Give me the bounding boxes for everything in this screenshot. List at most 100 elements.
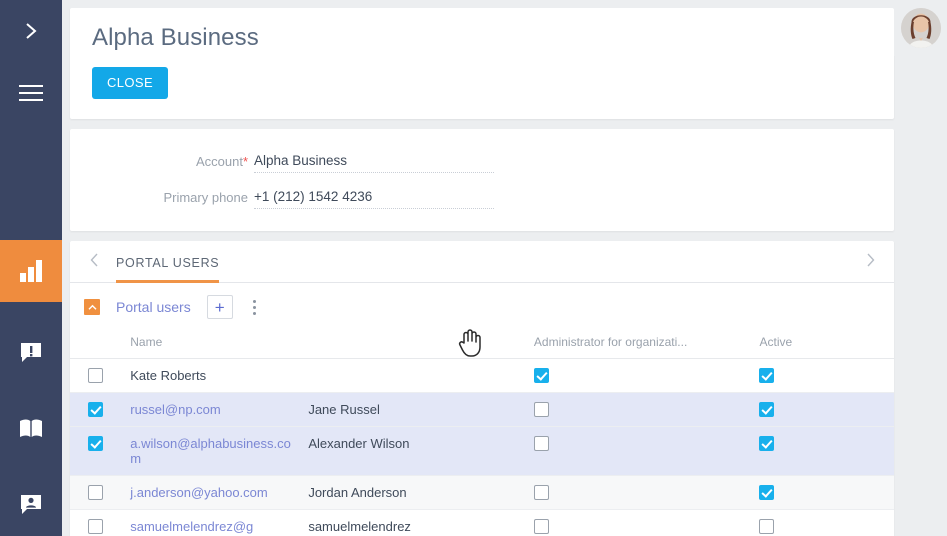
- row-select-cell[interactable]: [70, 426, 123, 476]
- login-link[interactable]: a.wilson@alphabusiness.com: [130, 436, 291, 466]
- alert-bubble-icon: [21, 343, 41, 362]
- login-cell[interactable]: russel@np.com: [122, 392, 301, 427]
- sidebar-item-contacts[interactable]: [0, 474, 62, 536]
- active-checkbox[interactable]: [759, 485, 775, 500]
- kebab-dot: [253, 305, 257, 309]
- col-select: [70, 331, 123, 359]
- chevron-right-icon: [26, 23, 37, 39]
- main-content: Alpha Business CLOSE Account* Alpha Busi…: [62, 0, 947, 536]
- book-icon: [20, 419, 42, 437]
- required-marker: *: [242, 154, 248, 169]
- avatar[interactable]: [900, 8, 941, 48]
- table-row[interactable]: j.anderson@yahoo.com Jordan Anderson: [70, 475, 894, 510]
- fullname-cell: Jordan Anderson: [300, 475, 526, 510]
- sidebar-item-alerts[interactable]: [0, 322, 62, 384]
- active-checkbox[interactable]: [759, 368, 775, 383]
- login-cell[interactable]: a.wilson@alphabusiness.com: [122, 426, 301, 476]
- login-cell[interactable]: samuelmelendrez@g: [122, 509, 301, 536]
- admin-cell[interactable]: [525, 509, 752, 536]
- field-row-account: Account* Alpha Business: [92, 151, 872, 173]
- chevron-right-icon: [866, 253, 874, 266]
- account-label: Account*: [92, 151, 254, 169]
- table-row[interactable]: a.wilson@alphabusiness.com Alexander Wils…: [70, 426, 894, 476]
- active-cell[interactable]: [751, 426, 894, 476]
- grid-toolbar: Portal users +: [70, 283, 894, 331]
- login-link[interactable]: samuelmelendrez@g: [130, 519, 253, 534]
- login-cell[interactable]: Kate Roberts: [122, 358, 301, 393]
- row-select-cell[interactable]: [70, 358, 123, 393]
- collapse-section-button[interactable]: [84, 299, 100, 315]
- fullname-cell: Alexander Wilson: [300, 426, 526, 476]
- admin-cell[interactable]: [525, 426, 752, 476]
- admin-cell[interactable]: [525, 358, 752, 393]
- primary-phone-label: Primary phone: [163, 190, 248, 205]
- col-admin: Administrator for organizati...: [525, 331, 752, 359]
- admin-checkbox[interactable]: [533, 368, 549, 383]
- table-head: Name Administrator for organizati... Act…: [70, 331, 894, 359]
- login-text: Kate Roberts: [130, 368, 207, 383]
- row-select-checkbox[interactable]: [88, 519, 103, 534]
- row-select-cell[interactable]: [70, 475, 123, 510]
- primary-phone-field[interactable]: +1 (212) 1542 4236: [254, 187, 494, 209]
- row-select-checkbox[interactable]: [88, 436, 103, 451]
- tab-portal-users[interactable]: PORTAL USERS: [116, 241, 220, 283]
- person-bubble-icon: [21, 495, 41, 514]
- login-link[interactable]: russel@np.com: [130, 402, 221, 417]
- expand-button[interactable]: [0, 0, 62, 62]
- active-checkbox[interactable]: [759, 436, 775, 451]
- active-cell[interactable]: [751, 509, 894, 536]
- admin-checkbox[interactable]: [533, 519, 549, 534]
- menu-button[interactable]: [0, 62, 62, 124]
- admin-checkbox[interactable]: [533, 402, 549, 417]
- active-cell[interactable]: [751, 475, 894, 510]
- app-root: Alpha Business CLOSE Account* Alpha Busi…: [0, 0, 947, 536]
- active-checkbox[interactable]: [759, 519, 775, 534]
- col-active: Active: [751, 331, 894, 359]
- active-cell[interactable]: [751, 392, 894, 427]
- active-cell[interactable]: [751, 358, 894, 393]
- fullname-cell: samuelmelendrez: [300, 509, 526, 536]
- tabs-prev-button[interactable]: [84, 253, 104, 271]
- col-fullname: [300, 331, 526, 359]
- record-header-card: Alpha Business CLOSE: [70, 8, 894, 119]
- account-label-text: Account: [195, 154, 243, 169]
- row-select-checkbox[interactable]: [88, 485, 103, 500]
- table-body: Kate Roberts russel@np.com Jane Russel a.wi…: [70, 358, 894, 536]
- col-name: Name: [122, 331, 301, 359]
- fullname-cell: [300, 358, 526, 393]
- page-title: Alpha Business: [92, 24, 259, 51]
- table-row[interactable]: russel@np.com Jane Russel: [70, 392, 894, 427]
- chevron-up-icon: [87, 304, 97, 310]
- table-row[interactable]: Kate Roberts: [70, 358, 894, 393]
- tabs-next-button[interactable]: [860, 253, 880, 271]
- table-row[interactable]: samuelmelendrez@g samuelmelendrez: [70, 509, 894, 536]
- sidebar-item-knowledge[interactable]: [0, 398, 62, 460]
- portal-users-table: Name Administrator for organizati... Act…: [70, 331, 894, 536]
- fullname-cell: Jane Russel: [300, 392, 526, 427]
- table-header-row: Name Administrator for organizati... Act…: [70, 331, 894, 359]
- admin-checkbox[interactable]: [533, 436, 549, 451]
- admin-cell[interactable]: [525, 475, 752, 510]
- admin-cell[interactable]: [525, 392, 752, 427]
- row-select-cell[interactable]: [70, 509, 123, 536]
- portal-users-card: PORTAL USERS Portal users + Name Adminis…: [70, 241, 894, 536]
- login-cell[interactable]: j.anderson@yahoo.com: [122, 475, 301, 510]
- add-portal-user-button[interactable]: +: [206, 295, 233, 319]
- hamburger-icon: [19, 85, 43, 101]
- row-select-checkbox[interactable]: [88, 402, 103, 417]
- kebab-dot: [253, 311, 257, 315]
- user-photo-icon: [900, 8, 941, 48]
- admin-checkbox[interactable]: [533, 485, 549, 500]
- close-button[interactable]: CLOSE: [92, 67, 169, 99]
- grid-title[interactable]: Portal users: [116, 299, 191, 315]
- active-checkbox[interactable]: [759, 402, 775, 417]
- sidebar-item-analytics[interactable]: [0, 240, 62, 302]
- row-select-cell[interactable]: [70, 392, 123, 427]
- login-link[interactable]: j.anderson@yahoo.com: [130, 485, 268, 500]
- row-select-checkbox[interactable]: [88, 368, 103, 383]
- record-form-card: Account* Alpha Business Primary phone +1…: [70, 129, 894, 231]
- more-vertical-icon[interactable]: [247, 296, 263, 318]
- account-field[interactable]: Alpha Business: [254, 151, 494, 173]
- chevron-left-icon: [90, 253, 98, 266]
- kebab-dot: [253, 299, 257, 303]
